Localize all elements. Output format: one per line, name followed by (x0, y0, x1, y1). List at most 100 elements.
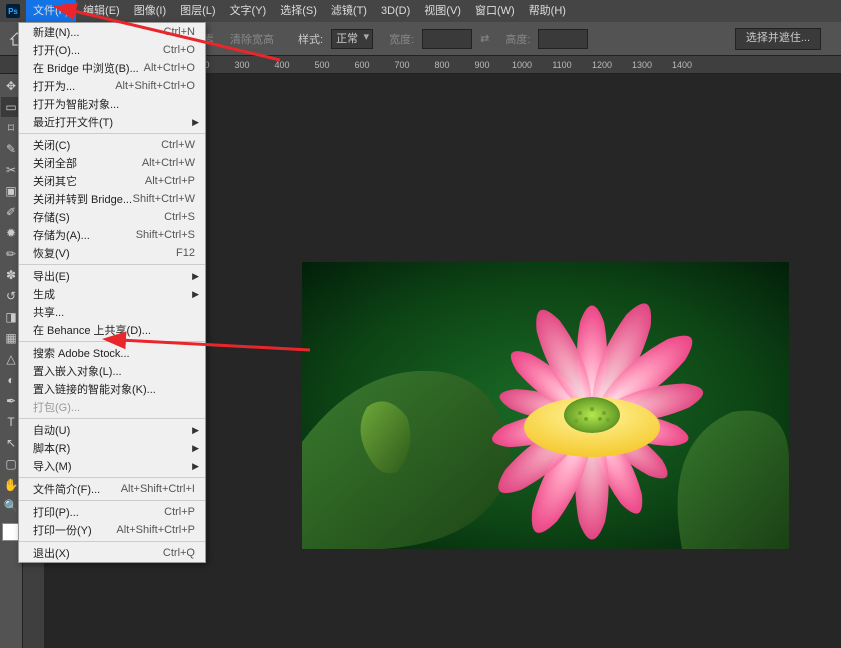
menu-edit[interactable]: 编辑(E) (76, 0, 127, 22)
menu-item[interactable]: 打印一份(Y) Alt+Shift+Ctrl+P (19, 521, 205, 539)
menu-item-label: 打包(G)... (33, 399, 80, 415)
select-mask-button[interactable]: 选择并遮住... (735, 28, 821, 50)
ruler-tick: 400 (262, 60, 302, 70)
menu-item-label: 退出(X) (33, 545, 70, 561)
menu-shortcut: Ctrl+O (163, 44, 195, 56)
menu-item[interactable]: 打印(P)...Ctrl+P (19, 503, 205, 521)
document-image (302, 262, 789, 549)
menu-item[interactable]: 打开(O)... Ctrl+O (19, 41, 205, 59)
lotus-image (302, 262, 789, 549)
menu-item-label: 导出(E) (33, 268, 70, 284)
clear-wh-button[interactable]: 清除宽高 (222, 31, 282, 47)
height-input[interactable] (538, 29, 588, 49)
menu-item-label: 存储(S) (33, 209, 70, 225)
menu-item[interactable]: 搜索 Adobe Stock... (19, 344, 205, 362)
submenu-arrow-icon: ▶ (192, 425, 199, 436)
height-label: 高度: (505, 31, 530, 47)
menu-item-label: 脚本(R) (33, 440, 70, 456)
menu-item[interactable]: 打开为... Alt+Shift+Ctrl+O (19, 77, 205, 95)
width-input[interactable] (422, 29, 472, 49)
menu-item[interactable]: 恢复(V) F12 (19, 244, 205, 262)
menu-item[interactable]: 打开为智能对象... (19, 95, 205, 113)
menu-window[interactable]: 窗口(W) (468, 0, 522, 22)
menu-item[interactable]: 退出(X) Ctrl+Q (19, 544, 205, 562)
menu-item[interactable]: 脚本(R) ▶ (19, 439, 205, 457)
width-label: 宽度: (389, 31, 414, 47)
menu-shortcut: Alt+Shift+Ctrl+P (116, 524, 195, 536)
menu-select[interactable]: 选择(S) (273, 0, 324, 22)
menu-item[interactable]: 置入嵌入对象(L)... (19, 362, 205, 380)
menu-item-label: 恢复(V) (33, 245, 70, 261)
ruler-tick: 1300 (622, 60, 662, 70)
menu-help[interactable]: 帮助(H) (522, 0, 573, 22)
swap-icon[interactable]: ⇄ (480, 32, 489, 45)
menu-layer[interactable]: 图层(L) (173, 0, 222, 22)
ruler-tick: 900 (462, 60, 502, 70)
menu-item-label: 打印一份(Y) (33, 522, 92, 538)
menu-3d[interactable]: 3D(D) (374, 0, 417, 22)
menu-item-label: 搜索 Adobe Stock... (33, 345, 130, 361)
submenu-arrow-icon: ▶ (192, 443, 199, 454)
ruler-tick: 1200 (582, 60, 622, 70)
menu-item: 打包(G)... (19, 398, 205, 416)
menu-item[interactable]: 在 Bridge 中浏览(B)...Alt+Ctrl+O (19, 59, 205, 77)
menu-item-label: 打开为... (33, 78, 75, 94)
menu-item[interactable]: 存储为(A)... Shift+Ctrl+S (19, 226, 205, 244)
menu-file[interactable]: 文件(F) (26, 0, 76, 22)
submenu-arrow-icon: ▶ (192, 117, 199, 128)
ruler-tick: 500 (302, 60, 342, 70)
file-menu-dropdown: 新建(N)... Ctrl+N 打开(O)... Ctrl+O 在 Bridge 中浏览… (18, 22, 206, 563)
menu-item-label: 打开为智能对象... (33, 96, 119, 112)
menu-shortcut: Ctrl+W (161, 139, 195, 151)
menu-item[interactable]: 自动(U)▶ (19, 421, 205, 439)
menu-view[interactable]: 视图(V) (417, 0, 468, 22)
menu-item-label: 新建(N)... (33, 24, 79, 40)
menu-shortcut: Ctrl+N (164, 26, 195, 38)
menu-shortcut: Alt+Ctrl+W (142, 157, 195, 169)
ruler-tick: 1100 (542, 60, 582, 70)
submenu-arrow-icon: ▶ (192, 461, 199, 472)
menu-item-label: 共享... (33, 304, 64, 320)
menu-image[interactable]: 图像(I) (127, 0, 173, 22)
menu-shortcut: Alt+Shift+Ctrl+I (121, 483, 195, 495)
menu-item-label: 关闭全部 (33, 155, 77, 171)
submenu-arrow-icon: ▶ (192, 271, 199, 282)
menu-shortcut: Ctrl+P (164, 506, 195, 518)
menu-shortcut: Shift+Ctrl+S (136, 229, 195, 241)
menu-filter[interactable]: 滤镜(T) (324, 0, 374, 22)
menu-item[interactable]: 在 Behance 上共享(D)... (19, 321, 205, 339)
menu-item-label: 导入(M) (33, 458, 72, 474)
menu-shortcut: F12 (176, 247, 195, 259)
menu-item[interactable]: 文件简介(F)...Alt+Shift+Ctrl+I (19, 480, 205, 498)
menu-shortcut: Alt+Shift+Ctrl+O (115, 80, 195, 92)
menu-item-label: 存储为(A)... (33, 227, 90, 243)
menu-shortcut: Ctrl+S (164, 211, 195, 223)
menu-item[interactable]: 共享... (19, 303, 205, 321)
menu-item[interactable]: 关闭(C)Ctrl+W (19, 136, 205, 154)
menu-item[interactable]: 存储(S) Ctrl+S (19, 208, 205, 226)
menu-shortcut: Ctrl+Q (163, 547, 195, 559)
menu-bar: Ps 文件(F) 编辑(E) 图像(I) 图层(L) 文字(Y) 选择(S) 滤… (0, 0, 841, 22)
menu-item[interactable]: 关闭全部 Alt+Ctrl+W (19, 154, 205, 172)
menu-shortcut: Alt+Ctrl+P (145, 175, 195, 187)
menu-item-label: 在 Behance 上共享(D)... (33, 322, 151, 338)
menu-shortcut: Shift+Ctrl+W (133, 193, 195, 205)
menu-item[interactable]: 导出(E) ▶ (19, 267, 205, 285)
menu-item[interactable]: 关闭并转到 Bridge...Shift+Ctrl+W (19, 190, 205, 208)
menu-item-label: 打开(O)... (33, 42, 80, 58)
menu-item-label: 生成 (33, 286, 55, 302)
menu-item[interactable]: 关闭其它Alt+Ctrl+P (19, 172, 205, 190)
ps-logo-icon: Ps (6, 4, 20, 18)
style-label: 样式: (298, 31, 323, 47)
menu-item[interactable]: 导入(M) ▶ (19, 457, 205, 475)
menu-item[interactable]: 置入链接的智能对象(K)... (19, 380, 205, 398)
style-select[interactable]: 正常 (331, 29, 373, 49)
menu-item[interactable]: 生成▶ (19, 285, 205, 303)
menu-item[interactable]: 新建(N)... Ctrl+N (19, 23, 205, 41)
menu-item[interactable]: 最近打开文件(T)▶ (19, 113, 205, 131)
menu-type[interactable]: 文字(Y) (223, 0, 274, 22)
ruler-tick: 700 (382, 60, 422, 70)
ruler-tick: 600 (342, 60, 382, 70)
menu-item-label: 关闭并转到 Bridge... (33, 191, 132, 207)
ruler-tick: 800 (422, 60, 462, 70)
